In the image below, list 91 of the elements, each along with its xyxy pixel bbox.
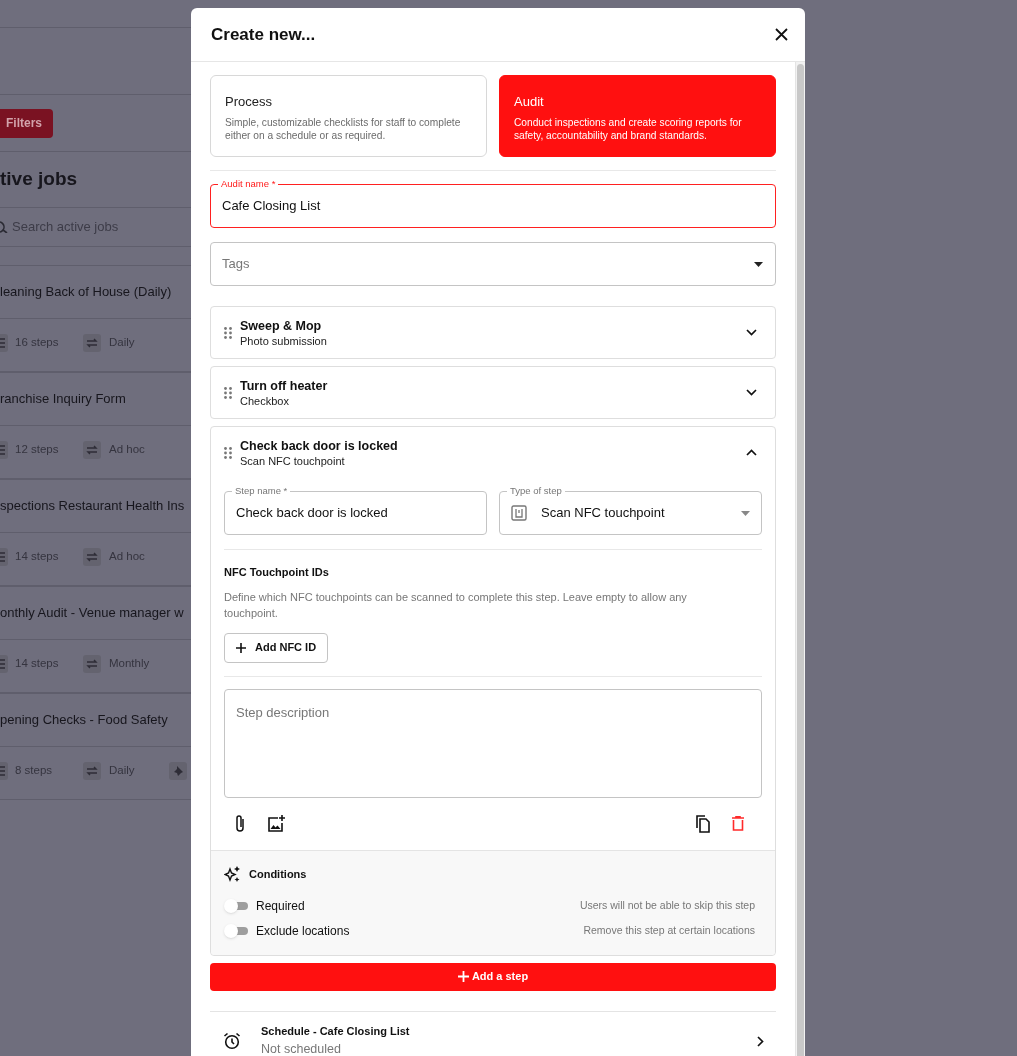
job-title: leaning Back of House (Daily) <box>0 283 172 302</box>
list-icon <box>0 548 8 566</box>
description-field[interactable]: Step description <box>224 688 762 798</box>
drag-handle-icon[interactable] <box>224 326 232 339</box>
repeat-icon <box>83 441 101 459</box>
frequency: Daily <box>109 763 136 779</box>
dropdown-arrow-icon <box>754 261 763 267</box>
chevron-right-icon <box>757 1035 764 1047</box>
sparkle-icon <box>224 865 241 883</box>
expand-chevron-icon[interactable] <box>746 389 757 396</box>
add-nfc-button[interactable]: Add NFC ID <box>224 632 329 663</box>
filters-button[interactable]: Filters <box>0 108 53 138</box>
frequency: Monthly <box>109 656 151 672</box>
section-heading: Conditions <box>249 866 307 882</box>
repeat-icon <box>83 334 101 352</box>
list-icon <box>0 762 8 780</box>
close-icon[interactable] <box>775 28 788 41</box>
repeat-icon <box>83 655 101 673</box>
step-header[interactable]: Sweep & Mop Photo submission <box>211 307 775 358</box>
job-title: spections Restaurant Health Ins <box>0 497 185 516</box>
schedule-status: Not scheduled <box>261 1040 342 1056</box>
section-heading: NFC Touchpoint IDs <box>224 565 329 580</box>
card-description: Conduct inspections and create scoring reports for safety, accountability and brand standards. <box>514 115 743 142</box>
condition-label: Exclude locations <box>256 923 351 940</box>
job-title: pening Checks - Food Safety <box>0 711 168 730</box>
section-description: Define which NFC touchpoints can be scanned to complete this step. Leave empty to allow any touchpoint. <box>224 589 688 621</box>
condition-hint: Users will not be able to skip this step <box>579 898 756 914</box>
condition-label: Required <box>256 898 306 915</box>
step-title: Check back door is locked <box>240 437 399 454</box>
field-value: Scan NFC touchpoint <box>541 504 666 523</box>
paperclip-icon[interactable] <box>234 814 246 833</box>
card-title: Audit <box>514 93 545 111</box>
tags-dropdown[interactable]: Tags <box>210 242 776 286</box>
field-label: Step name * <box>232 485 291 497</box>
list-icon <box>0 655 8 673</box>
step-count: 14 steps <box>15 549 60 565</box>
step-type: Checkbox <box>240 393 290 408</box>
alarm-clock-icon <box>223 1032 241 1050</box>
step-count: 14 steps <box>15 656 60 672</box>
step-count: 8 steps <box>15 763 54 779</box>
job-card[interactable]: spections Restaurant Health Ins 14 steps Ad hoc <box>0 479 191 586</box>
job-card[interactable]: onthly Audit - Venue manager w 14 steps Monthly <box>0 586 191 693</box>
card-description: Simple, customizable checklists for staff to complete either on a schedule or as required. <box>225 115 462 142</box>
step-count: 16 steps <box>15 335 60 351</box>
condition-hint: Remove this step at certain locations <box>583 923 756 939</box>
step-title: Turn off heater <box>240 377 329 394</box>
plus-icon <box>236 642 246 653</box>
job-card[interactable]: leaning Back of House (Daily) 16 steps Daily <box>0 265 191 372</box>
step-title: Sweep & Mop <box>240 317 323 334</box>
step-type: Photo submission <box>240 333 328 348</box>
job-title: ranchise Inquiry Form <box>0 390 126 409</box>
delete-icon[interactable] <box>732 816 744 831</box>
frequency: Ad hoc <box>109 442 146 458</box>
field-value: Check back door is locked <box>236 504 388 523</box>
expand-chevron-icon[interactable] <box>746 329 757 336</box>
repeat-icon <box>83 548 101 566</box>
section-heading: tive jobs <box>0 167 78 192</box>
job-card[interactable]: ranchise Inquiry Form 12 steps Ad hoc <box>0 372 191 479</box>
nfc-icon <box>511 505 527 521</box>
repeat-icon <box>83 762 101 780</box>
step-count: 12 steps <box>15 442 60 458</box>
field-label: Type of step <box>507 485 565 497</box>
add-image-icon[interactable] <box>267 814 285 833</box>
schedule-row[interactable]: Schedule - Cafe Closing List Not scheduled <box>210 1010 776 1056</box>
drag-handle-icon[interactable] <box>224 446 232 459</box>
tags-placeholder: Tags <box>222 255 250 274</box>
step-header[interactable]: Check back door is locked Scan NFC touchpoint <box>211 427 775 478</box>
drag-handle-icon[interactable] <box>224 386 232 399</box>
plus-icon <box>457 971 469 982</box>
toggle-switch[interactable] <box>224 924 248 938</box>
type-card[interactable]: Process Simple, customizable checklists for staff to complete either on a schedule or as required. <box>210 75 487 157</box>
step-type: Scan NFC touchpoint <box>240 453 346 468</box>
field-label: Audit name * <box>218 178 279 190</box>
copy-icon[interactable] <box>694 814 711 833</box>
toggle-switch[interactable] <box>224 899 248 913</box>
schedule-title: Schedule - Cafe Closing List <box>261 1024 411 1040</box>
field-value: Cafe Closing List <box>222 197 321 216</box>
frequency: Daily <box>109 335 136 351</box>
type-card[interactable]: Audit Conduct inspections and create scoring reports for safety, accountability and brand standards. <box>499 75 776 157</box>
job-title: onthly Audit - Venue manager w <box>0 604 184 623</box>
dropdown-arrow-icon <box>741 510 750 516</box>
list-icon <box>0 441 8 459</box>
search-icon <box>0 221 8 233</box>
job-card[interactable]: pening Checks - Food Safety 8 steps Daily <box>0 693 191 800</box>
dialog-title: Create new... <box>211 23 316 46</box>
collapse-chevron-icon[interactable] <box>746 449 757 456</box>
card-title: Process <box>225 93 273 111</box>
add-step-button[interactable]: Add a step <box>210 962 776 991</box>
list-icon <box>0 334 8 352</box>
frequency: Ad hoc <box>109 549 146 565</box>
step-header[interactable]: Turn off heater Checkbox <box>211 367 775 418</box>
